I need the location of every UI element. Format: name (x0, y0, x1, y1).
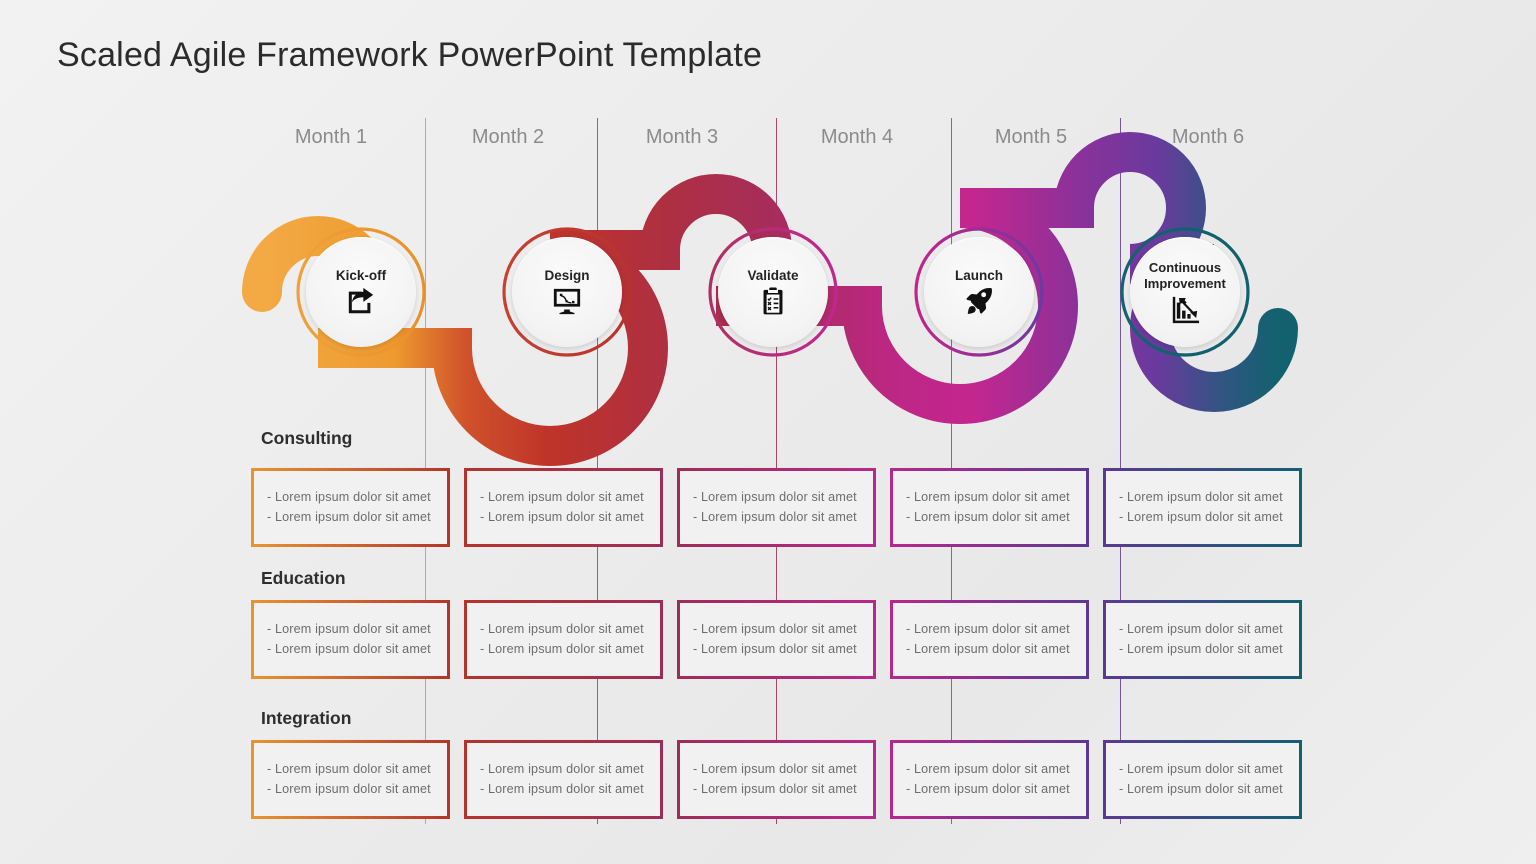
rocket-icon (964, 286, 994, 316)
bullet-line: - Lorem ipsum dolor sit amet (1119, 490, 1283, 505)
bullet-line: - Lorem ipsum dolor sit amet (480, 641, 644, 656)
content-box-inner: - Lorem ipsum dolor sit amet - Lorem ipsu… (467, 743, 660, 816)
content-box-r1-c4[interactable]: - Lorem ipsum dolor sit amet - Lorem ipsu… (890, 468, 1089, 547)
content-box-inner: - Lorem ipsum dolor sit amet - Lorem ipsu… (1106, 603, 1299, 676)
month-label-5: Month 5 (994, 126, 1068, 148)
bullet-line: - Lorem ipsum dolor sit amet (480, 781, 644, 796)
bullet-line: - Lorem ipsum dolor sit amet (267, 622, 431, 637)
content-box-inner: - Lorem ipsum dolor sit amet - Lorem ipsu… (680, 603, 873, 676)
month-label-1: Month 1 (294, 126, 368, 148)
bullet-line: - Lorem ipsum dolor sit amet (480, 762, 644, 777)
content-box-inner: - Lorem ipsum dolor sit amet - Lorem ipsu… (893, 471, 1086, 544)
bullet-line: - Lorem ipsum dolor sit amet (1119, 641, 1283, 656)
content-box-inner: - Lorem ipsum dolor sit amet - Lorem ipsu… (893, 743, 1086, 816)
milestone-node-2[interactable]: Design (502, 227, 632, 357)
month-label-2: Month 2 (471, 126, 545, 148)
content-box-r2-c5[interactable]: - Lorem ipsum dolor sit amet - Lorem ipsu… (1103, 600, 1302, 679)
node-label-1: Kick-off (335, 267, 387, 283)
content-box-r3-c3[interactable]: - Lorem ipsum dolor sit amet - Lorem ipsu… (677, 740, 876, 819)
bullet-line: - Lorem ipsum dolor sit amet (693, 509, 857, 524)
node-disc-1: Kick-off (306, 237, 416, 347)
node-disc-5: Continuous Improvement (1130, 237, 1240, 347)
content-box-r3-c4[interactable]: - Lorem ipsum dolor sit amet - Lorem ipsu… (890, 740, 1089, 819)
content-box-inner: - Lorem ipsum dolor sit amet - Lorem ipsu… (1106, 471, 1299, 544)
node-disc-4: Launch (924, 237, 1034, 347)
bullet-line: - Lorem ipsum dolor sit amet (267, 762, 431, 777)
bullet-line: - Lorem ipsum dolor sit amet (1119, 622, 1283, 637)
slide-canvas: Scaled Agile Framework PowerPoint Templa… (0, 0, 1536, 864)
content-box-inner: - Lorem ipsum dolor sit amet - Lorem ipsu… (254, 603, 447, 676)
bullet-line: - Lorem ipsum dolor sit amet (693, 762, 857, 777)
bullet-line: - Lorem ipsum dolor sit amet (906, 622, 1070, 637)
page-title: Scaled Agile Framework PowerPoint Templa… (57, 36, 763, 74)
milestone-node-5[interactable]: Continuous Improvement (1120, 227, 1250, 357)
bullet-line: - Lorem ipsum dolor sit amet (480, 490, 644, 505)
bullet-line: - Lorem ipsum dolor sit amet (906, 781, 1070, 796)
milestone-node-3[interactable]: Validate (708, 227, 838, 357)
serpentine-ribbon (242, 132, 1298, 466)
month-label-3: Month 3 (645, 126, 719, 148)
content-box-inner: - Lorem ipsum dolor sit amet - Lorem ipsu… (893, 603, 1086, 676)
bullet-line: - Lorem ipsum dolor sit amet (906, 509, 1070, 524)
bullet-line: - Lorem ipsum dolor sit amet (906, 762, 1070, 777)
bullet-line: - Lorem ipsum dolor sit amet (1119, 781, 1283, 796)
row-title-3: Integration (261, 708, 352, 728)
bullet-line: - Lorem ipsum dolor sit amet (1119, 509, 1283, 524)
month-label-6: Month 6 (1171, 126, 1245, 148)
bullet-line: - Lorem ipsum dolor sit amet (267, 490, 431, 505)
content-box-r2-c4[interactable]: - Lorem ipsum dolor sit amet - Lorem ipsu… (890, 600, 1089, 679)
row-title-1: Consulting (261, 428, 353, 448)
bullet-line: - Lorem ipsum dolor sit amet (906, 641, 1070, 656)
content-box-r1-c5[interactable]: - Lorem ipsum dolor sit amet - Lorem ipsu… (1103, 468, 1302, 547)
bullet-line: - Lorem ipsum dolor sit amet (693, 781, 857, 796)
clipboard-checklist-icon (758, 286, 788, 316)
bullet-line: - Lorem ipsum dolor sit amet (267, 509, 431, 524)
bullet-line: - Lorem ipsum dolor sit amet (1119, 762, 1283, 777)
node-disc-3: Validate (718, 237, 828, 347)
milestone-node-1[interactable]: Kick-off (296, 227, 426, 357)
content-box-r1-c3[interactable]: - Lorem ipsum dolor sit amet - Lorem ipsu… (677, 468, 876, 547)
content-box-r1-c2[interactable]: - Lorem ipsum dolor sit amet - Lorem ipsu… (464, 468, 663, 547)
bullet-line: - Lorem ipsum dolor sit amet (267, 781, 431, 796)
content-box-inner: - Lorem ipsum dolor sit amet - Lorem ipsu… (254, 743, 447, 816)
bullet-line: - Lorem ipsum dolor sit amet (693, 490, 857, 505)
node-label-5: Continuous Improvement (1144, 260, 1226, 291)
month-label-4: Month 4 (820, 126, 894, 148)
content-box-inner: - Lorem ipsum dolor sit amet - Lorem ipsu… (680, 743, 873, 816)
node-label-4: Launch (954, 267, 1003, 283)
node-disc-2: Design (512, 237, 622, 347)
node-label-2: Design (544, 267, 590, 283)
monitor-pen-tool-icon (552, 286, 582, 316)
bullet-line: - Lorem ipsum dolor sit amet (693, 622, 857, 637)
content-box-r2-c2[interactable]: - Lorem ipsum dolor sit amet - Lorem ipsu… (464, 600, 663, 679)
content-box-r2-c3[interactable]: - Lorem ipsum dolor sit amet - Lorem ipsu… (677, 600, 876, 679)
content-box-inner: - Lorem ipsum dolor sit amet - Lorem ipsu… (680, 471, 873, 544)
bullet-line: - Lorem ipsum dolor sit amet (480, 622, 644, 637)
content-box-inner: - Lorem ipsum dolor sit amet - Lorem ipsu… (254, 471, 447, 544)
row-title-2: Education (261, 568, 346, 588)
milestone-node-4[interactable]: Launch (914, 227, 1044, 357)
bullet-line: - Lorem ipsum dolor sit amet (267, 641, 431, 656)
content-box-r3-c1[interactable]: - Lorem ipsum dolor sit amet - Lorem ipsu… (251, 740, 450, 819)
content-box-r2-c1[interactable]: - Lorem ipsum dolor sit amet - Lorem ipsu… (251, 600, 450, 679)
content-box-r3-c5[interactable]: - Lorem ipsum dolor sit amet - Lorem ipsu… (1103, 740, 1302, 819)
content-box-r3-c2[interactable]: - Lorem ipsum dolor sit amet - Lorem ipsu… (464, 740, 663, 819)
bullet-line: - Lorem ipsum dolor sit amet (693, 641, 857, 656)
node-label-3: Validate (747, 267, 799, 283)
bar-chart-arrow-icon (1170, 294, 1200, 324)
content-box-inner: - Lorem ipsum dolor sit amet - Lorem ipsu… (1106, 743, 1299, 816)
bullet-line: - Lorem ipsum dolor sit amet (480, 509, 644, 524)
share-arrow-icon (346, 286, 376, 316)
content-box-r1-c1[interactable]: - Lorem ipsum dolor sit amet - Lorem ipsu… (251, 468, 450, 547)
content-box-inner: - Lorem ipsum dolor sit amet - Lorem ipsu… (467, 603, 660, 676)
bullet-line: - Lorem ipsum dolor sit amet (906, 490, 1070, 505)
content-box-inner: - Lorem ipsum dolor sit amet - Lorem ipsu… (467, 471, 660, 544)
